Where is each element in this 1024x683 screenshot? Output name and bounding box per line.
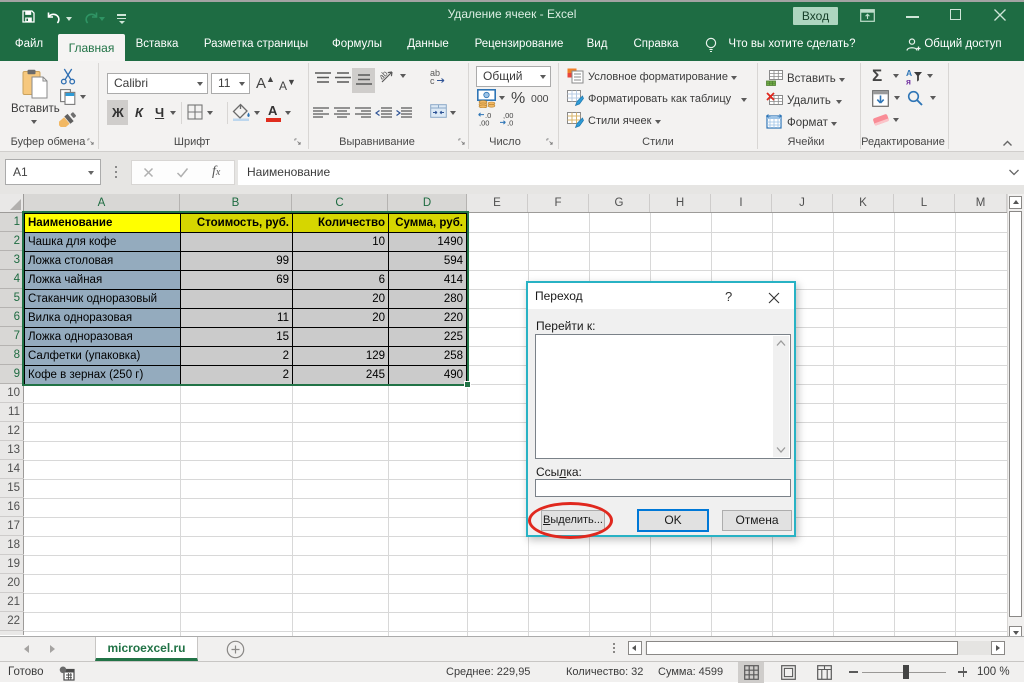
- svg-text:я: я: [906, 77, 911, 86]
- svg-text:,00: ,00: [479, 119, 489, 127]
- svg-text:,0: ,0: [507, 119, 513, 127]
- svg-text:ab: ab: [380, 69, 390, 82]
- svg-text:c: c: [430, 76, 435, 85]
